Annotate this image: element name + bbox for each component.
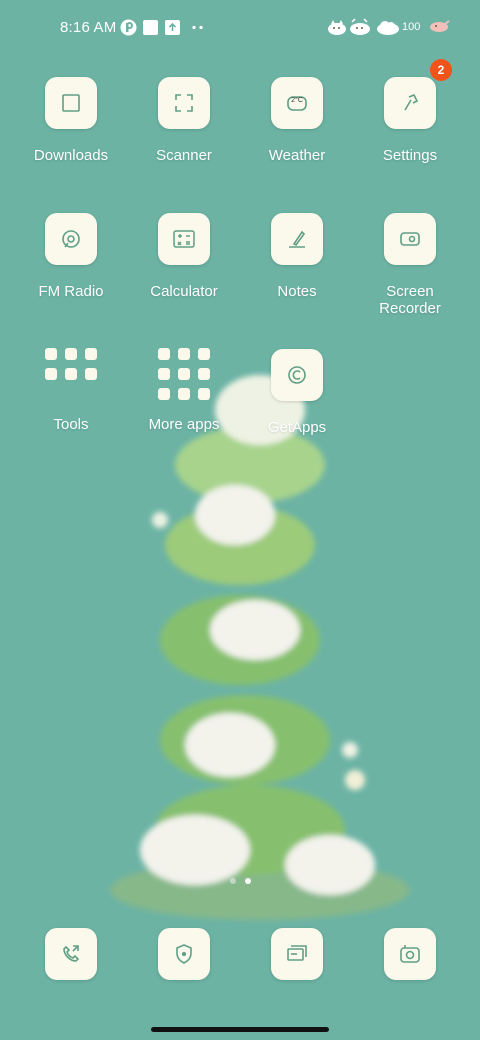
app-label: Scanner — [156, 147, 212, 164]
app-label: Notes — [277, 283, 317, 300]
app-fm-radio[interactable]: FM Radio — [15, 213, 127, 300]
notes-icon — [271, 213, 323, 265]
square-app-icon — [143, 20, 158, 35]
app-label: More apps — [148, 416, 220, 433]
messages-icon — [287, 945, 307, 961]
app-settings[interactable]: 2 Settings — [354, 59, 466, 164]
app-label: FM Radio — [38, 283, 104, 300]
wallpaper-illustration — [110, 375, 410, 920]
settings-icon: 2 — [384, 59, 452, 129]
app-label: Tools — [53, 416, 89, 433]
app-label: Calculator — [150, 283, 218, 300]
folder-icon — [156, 346, 212, 402]
battery-level: 100 — [402, 21, 421, 33]
page-dot — [230, 878, 236, 884]
dock-camera-button[interactable] — [384, 928, 436, 980]
folder-icon — [43, 346, 99, 402]
getapps-icon — [271, 349, 323, 401]
scanner-icon — [158, 77, 210, 129]
notification-badge: 2 — [430, 59, 452, 81]
app-screen-recorder[interactable]: Screen Recorder — [354, 213, 466, 317]
app-getapps[interactable]: GetApps — [241, 349, 353, 436]
status-bar: 8:16 AM 100 — [0, 0, 480, 56]
app-downloads[interactable]: Downloads — [15, 77, 127, 164]
status-time: 8:16 AM — [60, 19, 117, 36]
phone-icon — [63, 945, 80, 962]
app-label: Downloads — [33, 147, 109, 164]
app-label: Weather — [268, 147, 326, 164]
page-dot-active — [245, 878, 251, 884]
app-notes[interactable]: Notes — [241, 213, 353, 300]
screen-recorder-icon — [384, 213, 436, 265]
app-label: GetApps — [267, 419, 327, 436]
app-label: Screen Recorder — [379, 283, 441, 317]
battery-cat-icon — [430, 20, 450, 32]
app-weather[interactable]: 2°C Weather — [241, 77, 353, 164]
app-calculator[interactable]: Calculator — [128, 213, 240, 300]
dock-phone-button[interactable] — [45, 928, 97, 980]
security-shield-icon — [176, 944, 192, 964]
cat-cloud-icon — [350, 18, 370, 35]
weather-icon: 2°C — [271, 77, 323, 129]
home-gesture-bar[interactable] — [151, 1027, 329, 1032]
dock-security-button[interactable] — [158, 928, 210, 980]
folder-more-apps[interactable]: More apps — [128, 346, 240, 433]
calculator-icon — [158, 213, 210, 265]
app-label: Settings — [382, 147, 438, 164]
app-scanner[interactable]: Scanner — [128, 77, 240, 164]
camera-icon — [400, 945, 420, 963]
more-dots-icon — [192, 25, 203, 30]
notification-p-icon — [120, 19, 137, 36]
downloads-icon — [45, 77, 97, 129]
cloud-icon — [377, 21, 399, 35]
cat-cloud-icon — [328, 20, 346, 35]
dock-messages-button[interactable] — [271, 928, 323, 980]
fm-radio-icon — [45, 213, 97, 265]
folder-tools[interactable]: Tools — [15, 346, 127, 433]
upload-icon — [165, 20, 180, 35]
svg-text:2°C: 2°C — [291, 96, 303, 104]
